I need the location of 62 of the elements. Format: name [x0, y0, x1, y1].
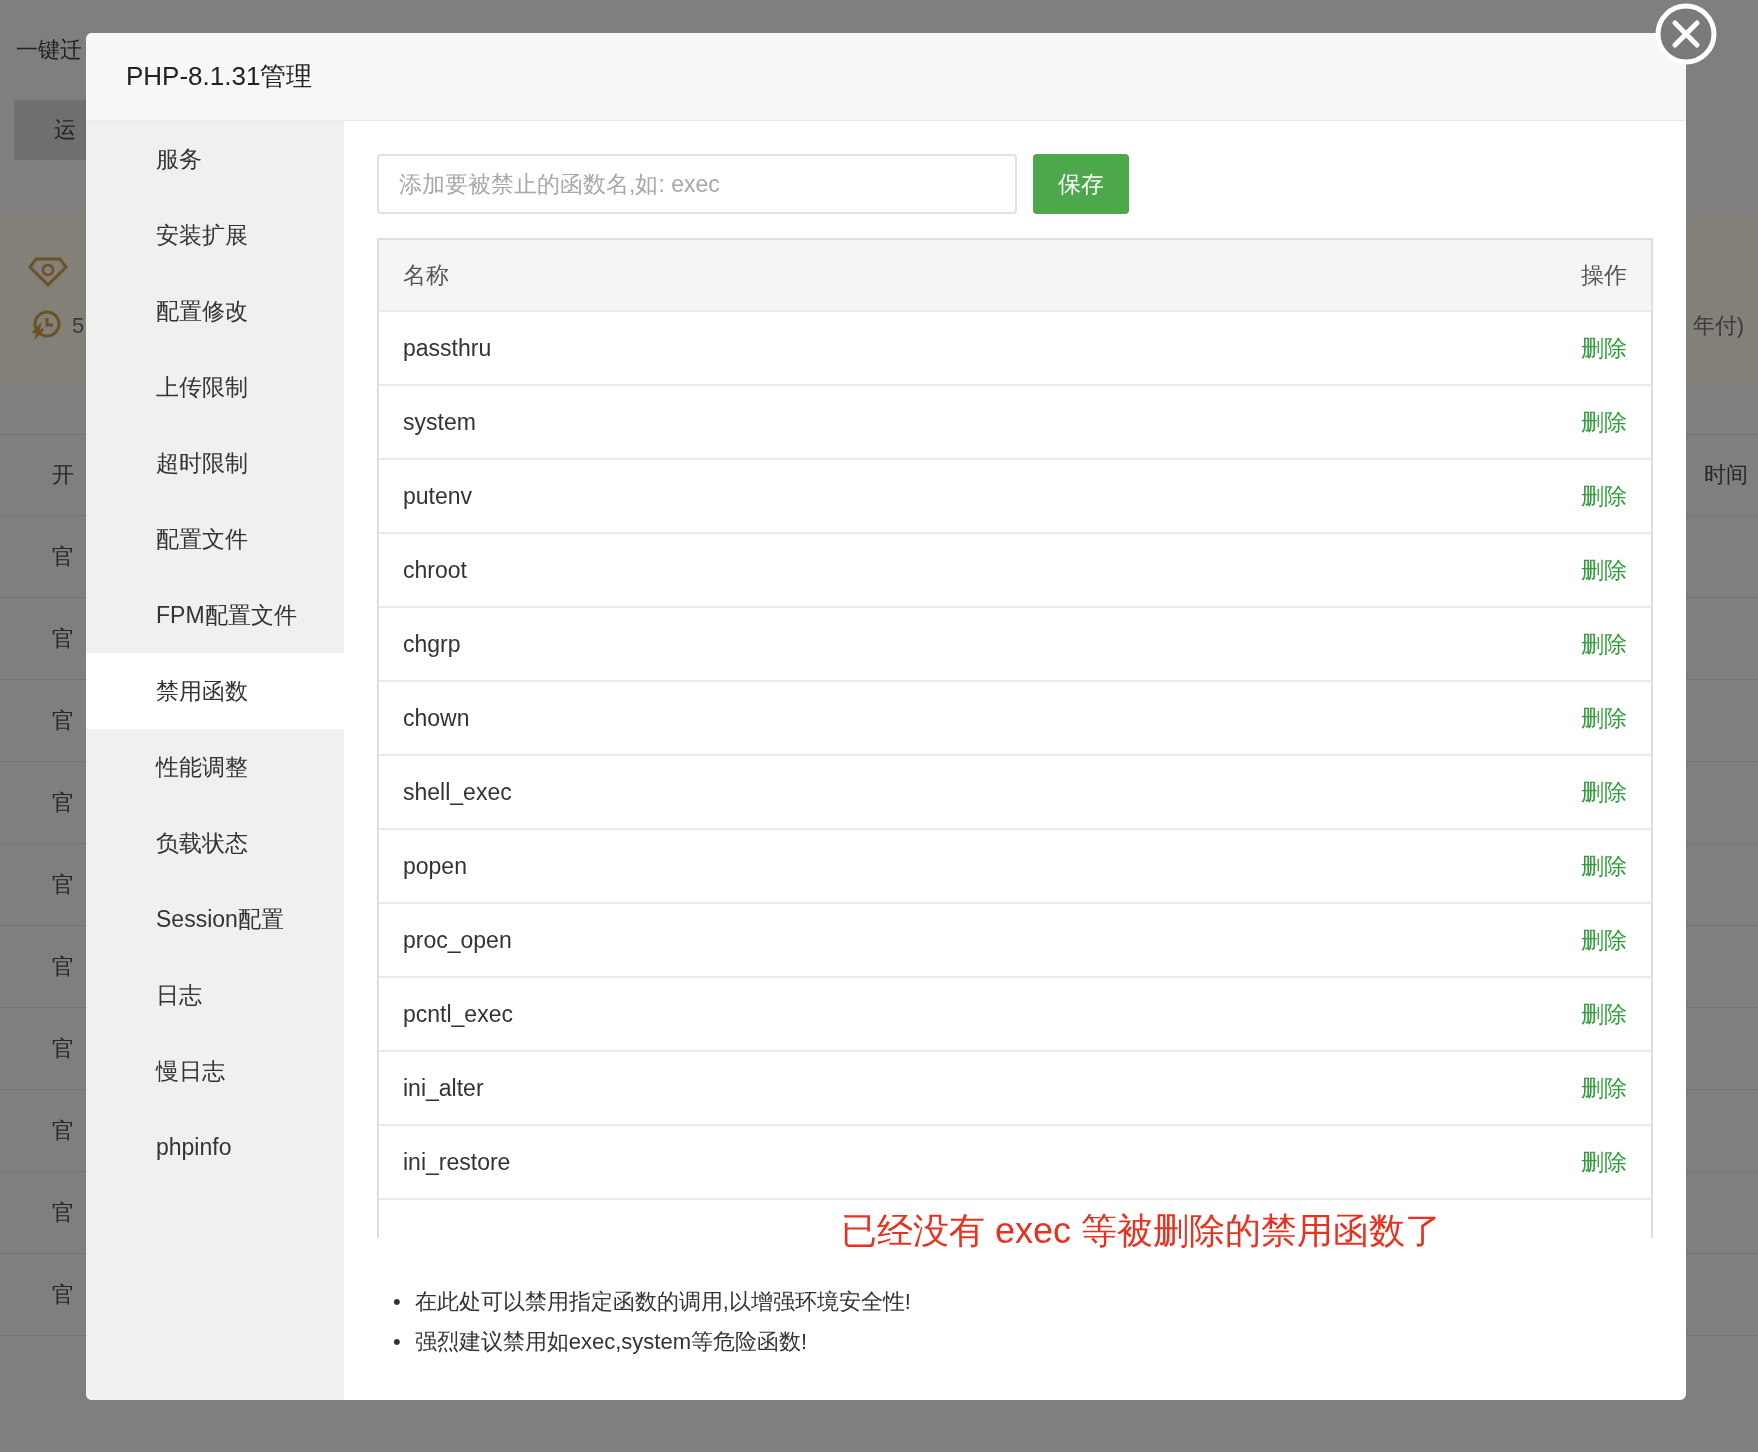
plan-text: 年付) — [1692, 312, 1744, 340]
delete-link[interactable]: 删除 — [1581, 776, 1627, 808]
sidebar-item[interactable]: 负载状态 — [86, 805, 344, 881]
table-cell: popen — [403, 852, 467, 880]
delete-link[interactable]: 删除 — [1581, 850, 1627, 882]
column-header: 操作 — [1581, 260, 1627, 290]
sidebar-item[interactable]: phpinfo — [86, 1109, 344, 1185]
table-cell: proc_open — [403, 926, 512, 954]
table-cell: ini_restore — [403, 1148, 511, 1176]
column-header: 时间 — [1704, 461, 1748, 489]
diamond-icon — [28, 257, 68, 287]
delete-link[interactable]: 删除 — [1581, 554, 1627, 586]
note-text: 强烈建议禁用如exec,system等危险函数! — [414, 1327, 808, 1356]
function-input[interactable]: 添加要被禁止的函数名,如: exec — [377, 154, 1017, 214]
sidebar-item[interactable]: 超时限制 — [86, 425, 344, 501]
sidebar-item[interactable]: 配置修改 — [86, 273, 344, 349]
table-cell: chgrp — [403, 630, 461, 658]
delete-link[interactable]: 删除 — [1581, 1146, 1627, 1178]
table-cell-text: 官 — [52, 788, 74, 817]
delete-link[interactable]: 删除 — [1581, 1072, 1627, 1104]
bullet-icon: • — [393, 1287, 401, 1317]
table-cell-text: 官 — [52, 1116, 74, 1145]
table-cell: shell_exec — [403, 778, 512, 806]
column-header: 名称 — [403, 260, 449, 290]
table-cell-text: 官 — [52, 624, 74, 653]
close-icon[interactable] — [1655, 3, 1717, 65]
table-cell-text: 官 — [52, 1034, 74, 1063]
delete-link[interactable]: 删除 — [1581, 332, 1627, 364]
table-cell-text: 官 — [52, 1198, 74, 1227]
delete-link[interactable]: 删除 — [1581, 406, 1627, 438]
sidebar-item[interactable]: 上传限制 — [86, 349, 344, 425]
table-cell: system — [403, 408, 476, 436]
sidebar-item[interactable]: 日志 — [86, 957, 344, 1033]
table-cell: putenv — [403, 482, 473, 510]
sidebar-item[interactable]: 禁用函数 — [86, 653, 344, 729]
delete-link[interactable]: 删除 — [1581, 998, 1627, 1030]
table-cell: chroot — [403, 556, 467, 584]
sidebar-item[interactable]: 配置文件 — [86, 501, 344, 577]
delete-link[interactable]: 删除 — [1581, 702, 1627, 734]
table-cell: passthru — [403, 334, 492, 362]
delete-link[interactable]: 删除 — [1581, 480, 1627, 512]
table-cell: ini_alter — [403, 1074, 484, 1102]
table-cell: chown — [403, 704, 470, 732]
column-header: 开 — [52, 461, 74, 489]
table-cell-text: 官 — [52, 542, 74, 571]
stat-value: 5 — [72, 313, 85, 339]
table-cell-text: 官 — [52, 870, 74, 899]
sidebar-item[interactable]: FPM配置文件 — [86, 577, 344, 653]
note-text: 在此处可以禁用指定函数的调用,以增强环境安全性! — [414, 1287, 911, 1316]
bullet-icon: • — [393, 1327, 401, 1357]
delete-link[interactable]: 删除 — [1581, 924, 1627, 956]
table-cell-text: 官 — [52, 706, 74, 735]
sidebar-item[interactable]: 性能调整 — [86, 729, 344, 805]
delete-link[interactable]: 删除 — [1581, 628, 1627, 660]
page-title: 一键迁 — [16, 36, 82, 64]
sidebar-item[interactable]: Session配置 — [86, 881, 344, 957]
table-cell-text: 官 — [52, 952, 74, 981]
table-cell-text: 官 — [52, 1280, 74, 1309]
dialog-title: PHP-8.1.31管理 — [126, 60, 313, 93]
sidebar-item[interactable]: 慢日志 — [86, 1033, 344, 1109]
table-cell: pcntl_exec — [403, 1000, 513, 1028]
sidebar-item[interactable]: 安装扩展 — [86, 197, 344, 273]
